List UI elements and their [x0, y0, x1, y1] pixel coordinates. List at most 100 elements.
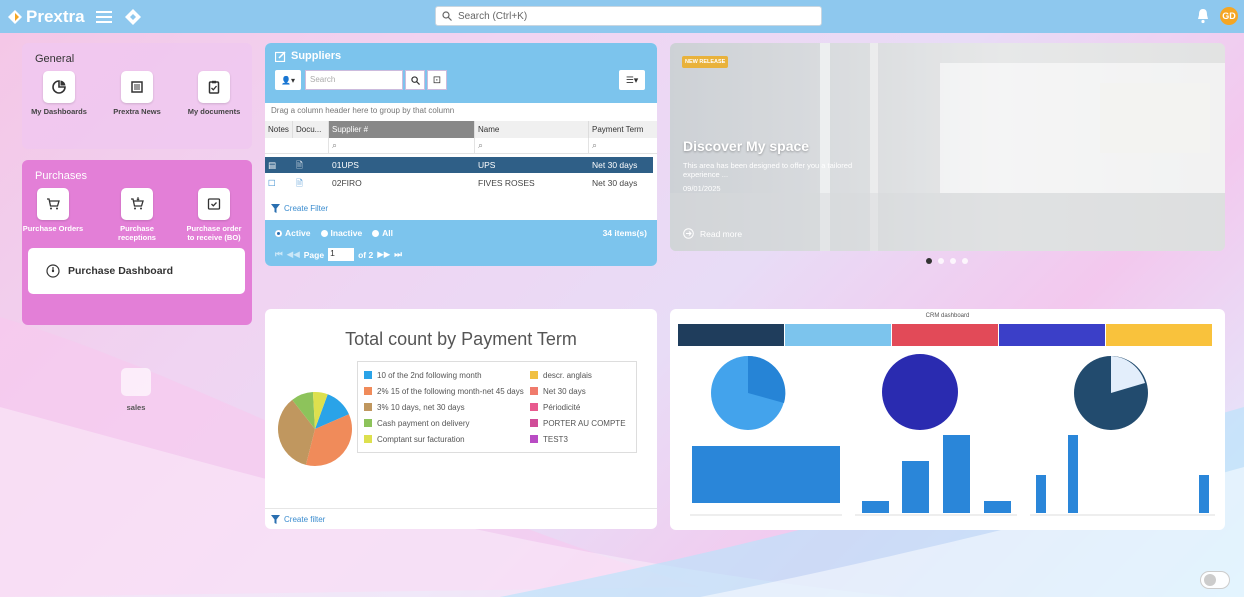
clear-search-icon[interactable]: ⊡ — [427, 70, 447, 90]
kpi-tile[interactable] — [678, 324, 784, 346]
hamburger-menu-button[interactable] — [92, 5, 116, 29]
legend-item[interactable]: 3% 10 days, net 30 days — [364, 402, 530, 412]
pager: ⏮ ◀◀ Page 1 of 2 ▶▶ ⏭ — [275, 248, 402, 261]
purchases-title: Purchases — [35, 170, 87, 182]
carousel-dot[interactable] — [926, 258, 932, 264]
user-filter-icon[interactable]: 👤▾ — [275, 70, 301, 90]
carousel-dot[interactable] — [950, 258, 956, 264]
global-search-input[interactable]: Search (Ctrl+K) — [435, 6, 822, 26]
legend-label: descr. anglais — [543, 370, 592, 380]
kpi-tile[interactable] — [892, 324, 998, 346]
suppliers-title-text: Suppliers — [291, 50, 342, 62]
crm-bar-charts — [690, 435, 1215, 516]
carousel-dots — [926, 258, 968, 264]
tile-purchase-orders[interactable]: Purchase Orders — [22, 188, 84, 233]
next-page-icon[interactable]: ▶▶ — [377, 249, 390, 260]
cart-receive-icon — [121, 188, 153, 220]
news-title: Discover My space — [683, 138, 810, 154]
pie-chart — [278, 392, 352, 466]
table-row[interactable]: ▤ 🗎 01UPS UPS Net 30 days — [265, 157, 653, 173]
grid-menu-button[interactable]: ☰▾ — [619, 70, 645, 90]
term-cell: Net 30 days — [592, 178, 638, 188]
chart-legend: 10 of the 2nd following month descr. angl… — [357, 361, 637, 453]
legend-label: 3% 10 days, net 30 days — [377, 402, 465, 412]
notification-bell-icon[interactable] — [1196, 8, 1210, 27]
tile-purchase-receptions[interactable]: Purchase receptions — [106, 188, 168, 242]
tile-my-documents[interactable]: My documents — [183, 71, 245, 116]
legend-label: 10 of the 2nd following month — [377, 370, 482, 380]
create-filter-label: Create Filter — [284, 204, 329, 213]
column-notes[interactable]: Notes — [265, 121, 293, 138]
crm-pie-2 — [882, 354, 958, 430]
radio-active[interactable]: Active — [275, 228, 311, 238]
legend-item[interactable]: descr. anglais — [530, 370, 630, 380]
name-filter-cell[interactable]: ⌕ — [475, 138, 589, 153]
read-more-link[interactable]: Read more — [683, 228, 742, 239]
tile-my-dashboards[interactable]: My Dashboards — [28, 71, 90, 116]
table-row[interactable]: ☐ 🗎 02FIRO FIVES ROSES Net 30 days — [265, 175, 653, 191]
legend-item[interactable]: TEST3 — [530, 434, 630, 444]
tile-label: My documents — [187, 107, 241, 116]
radio-all[interactable]: All — [372, 228, 393, 238]
tile-purchase-order-to-receive[interactable]: Purchase order to receive (BO) — [183, 188, 245, 242]
user-avatar[interactable]: GD — [1220, 7, 1238, 25]
last-page-icon[interactable]: ⏭ — [394, 249, 402, 260]
group-drag-hint: Drag a column header here to group by th… — [271, 106, 455, 115]
edit-icon — [275, 50, 286, 62]
column-documents[interactable]: Docu... — [293, 121, 329, 138]
carousel-dot[interactable] — [938, 258, 944, 264]
top-bar: Prextra Search (Ctrl+K) GD — [0, 0, 1244, 33]
term-filter-cell[interactable]: ⌕ — [589, 138, 657, 153]
create-filter-link[interactable]: Create filter — [265, 508, 657, 529]
kpi-tile[interactable] — [1106, 324, 1212, 346]
app-name: Prextra — [26, 6, 85, 26]
supplier-cell: 01UPS — [332, 160, 359, 170]
tile-label: sales — [126, 403, 146, 412]
tile-label: Prextra News — [113, 107, 161, 116]
legend-item[interactable]: Net 30 days — [530, 386, 630, 396]
legend-swatch — [530, 371, 538, 379]
column-name[interactable]: Name — [475, 121, 589, 138]
carousel-dot[interactable] — [962, 258, 968, 264]
app-logo[interactable]: Prextra — [0, 7, 92, 27]
radio-inactive[interactable]: Inactive — [320, 228, 362, 238]
suppliers-search-input[interactable]: Search — [305, 70, 403, 90]
legend-item[interactable]: Périodicité — [530, 402, 630, 412]
term-cell: Net 30 days — [592, 160, 638, 170]
search-button[interactable] — [405, 70, 425, 90]
legend-item[interactable]: Comptant sur facturation — [364, 434, 530, 444]
crm-dashboard-widget[interactable]: CRM dashboard — [670, 309, 1225, 530]
legend-item[interactable]: 10 of the 2nd following month — [364, 370, 530, 380]
clipboard-icon — [198, 71, 230, 103]
note-icon[interactable]: ▤ — [265, 157, 293, 173]
supplier-cell: 02FIRO — [332, 178, 362, 188]
favorites-icon[interactable] — [122, 6, 144, 28]
prev-page-icon[interactable]: ◀◀ — [287, 249, 300, 260]
news-carousel[interactable]: NEW RELEASE Discover My space This area … — [670, 43, 1225, 251]
note-icon[interactable]: ☐ — [265, 175, 293, 191]
legend-label: TEST3 — [543, 434, 568, 444]
kpi-tile[interactable] — [999, 324, 1105, 346]
column-payment-term[interactable]: Payment Term — [589, 121, 657, 138]
document-icon[interactable]: 🗎 — [293, 157, 329, 173]
tile-prextra-news[interactable]: Prextra News — [106, 71, 168, 116]
first-page-icon[interactable]: ⏮ — [275, 249, 283, 260]
name-cell: UPS — [478, 160, 496, 170]
create-filter-link[interactable]: Create Filter — [271, 204, 328, 213]
new-release-badge: NEW RELEASE — [682, 56, 729, 68]
filter-icon — [271, 514, 280, 524]
theme-toggle[interactable] — [1200, 571, 1230, 589]
create-filter-label: Create filter — [284, 514, 326, 524]
supplier-filter-cell[interactable]: ⌕ — [329, 138, 475, 153]
page-input[interactable]: 1 — [328, 248, 355, 261]
legend-item[interactable]: PORTER AU COMPTE — [530, 418, 630, 428]
suppliers-footer: Active Inactive All 34 items(s) ⏮ ◀◀ Pag… — [265, 220, 657, 266]
document-icon[interactable]: 🗎 — [293, 175, 329, 191]
tile-sales[interactable]: sales — [120, 368, 152, 412]
kpi-tile[interactable] — [785, 324, 891, 346]
search-icon — [442, 11, 452, 21]
legend-item[interactable]: Cash payment on delivery — [364, 418, 530, 428]
purchase-dashboard-button[interactable]: Purchase Dashboard — [28, 248, 245, 294]
legend-item[interactable]: 2% 15 of the following month-net 45 days — [364, 386, 530, 396]
column-supplier-number[interactable]: Supplier # — [329, 121, 475, 138]
